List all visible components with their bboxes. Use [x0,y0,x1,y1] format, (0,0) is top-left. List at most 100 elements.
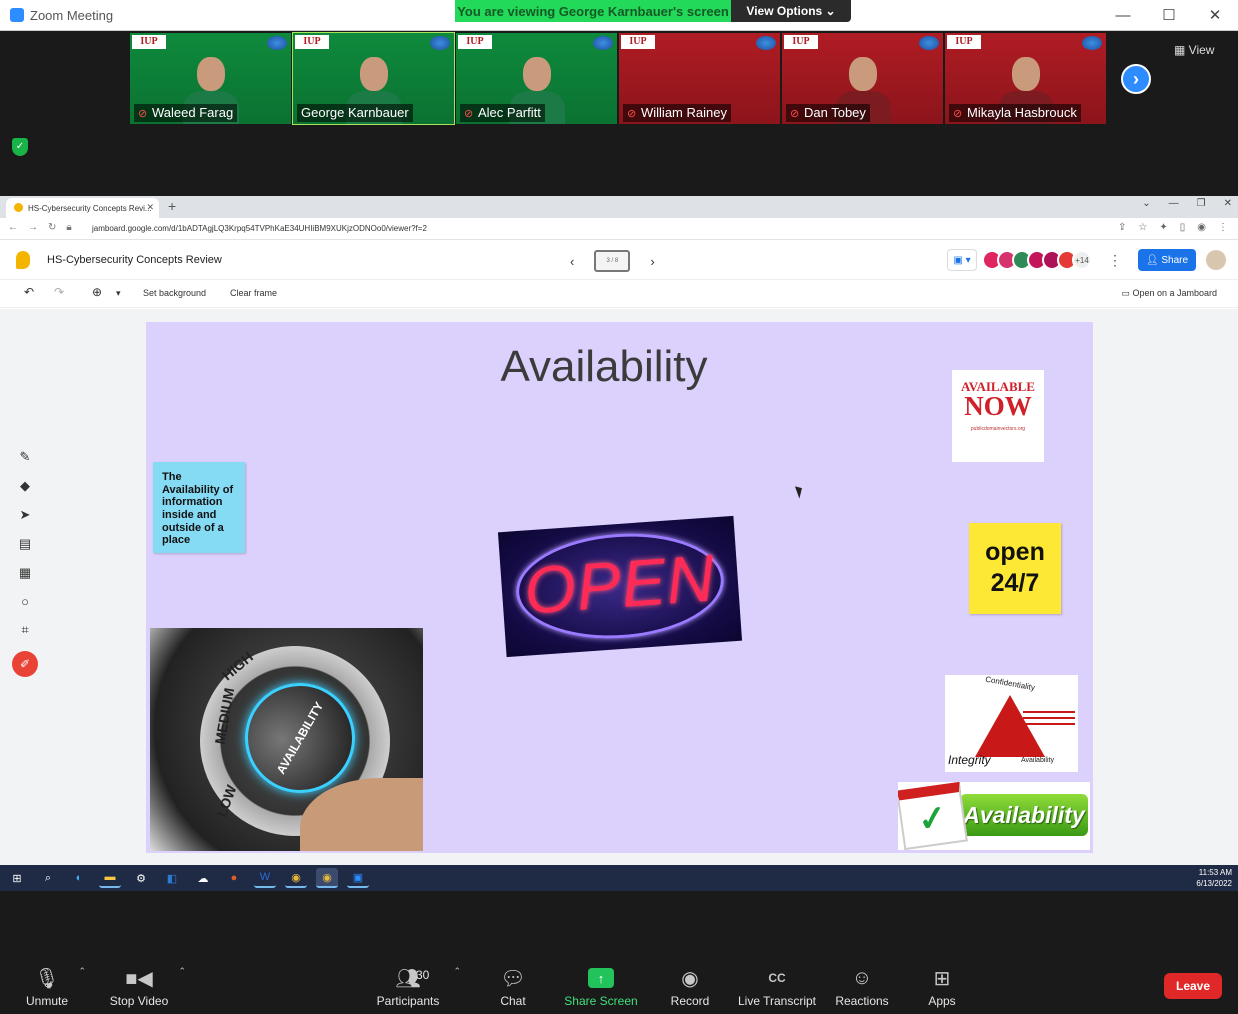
video-options-caret-icon[interactable]: ⌃ [178,966,186,977]
browser-tab[interactable]: HS-Cybersecurity Concepts Revi... ✕ [6,198,159,218]
sticky-note-blue[interactable]: The Availability of information inside a… [153,462,245,553]
collaborator-avatars[interactable]: +14 [982,250,1092,270]
lock-icon[interactable]: 🔒︎ [66,222,71,233]
jamboard-logo-icon[interactable] [16,251,30,269]
more-collaborators-count[interactable]: +14 [1072,250,1092,270]
edge-icon[interactable]: ◐ [68,868,90,888]
start-icon[interactable]: ⊞ [6,868,28,888]
more-options-icon[interactable]: ⋮ [1108,252,1122,269]
participant-tile[interactable]: IUP ⊘ William Rainey [619,33,780,124]
word-icon[interactable]: W [254,868,276,888]
zoom-dropdown-icon[interactable]: ▾ [116,288,121,299]
present-icon[interactable]: ▣ ▾ [947,249,977,271]
participants-count: 30 [416,968,430,982]
participant-tile[interactable]: IUP ⊘ Alec Parfitt [456,33,617,124]
browser-restore-icon[interactable]: ❐ [1197,198,1206,209]
apps-button[interactable]: ⊞ Apps [897,964,987,1009]
stop-video-label: Stop Video [109,994,169,1008]
browser-close-icon[interactable]: ✕ [1224,198,1232,209]
leave-button[interactable]: Leave [1164,973,1222,999]
share-page-icon[interactable]: ⇪ [1118,222,1126,233]
participant-tile[interactable]: IUP ⊘ Dan Tobey [782,33,943,124]
chrome-menu-icon[interactable]: ⋮ [1218,222,1228,233]
bookmark-star-icon[interactable]: ☆ [1138,222,1147,233]
back-icon[interactable]: ← [8,222,18,233]
chrome-active-icon[interactable]: ◉ [316,868,338,888]
nav-buttons: ← → ↻ 🔒︎ [8,222,72,233]
availability-knob-image[interactable]: LOW MEDIUM HIGH AVAILABILITY [150,628,423,851]
prev-frame-icon[interactable]: ‹ [570,254,574,269]
frame-title[interactable]: Availability [146,342,1062,392]
open-on-jamboard-button[interactable]: ▭ Open on a Jamboard [1121,288,1217,299]
next-participants-arrow-icon[interactable]: › [1121,64,1151,94]
participant-tile[interactable]: IUP ⊘ Mikayla Hasbrouck [945,33,1106,124]
cloud-app-icon[interactable]: ☁ [192,868,214,888]
shared-screen-browser: HS-Cybersecurity Concepts Revi... ✕ + ⌄ … [0,196,1238,865]
maximize-button[interactable]: ☐ [1146,0,1192,30]
text-box-icon[interactable]: ⌗ [21,622,28,638]
pen-icon[interactable]: ✎ [20,449,31,465]
view-options-button[interactable]: View Options ⌄ [731,0,851,22]
select-icon[interactable]: ➤ [20,507,31,523]
outlook-icon[interactable]: ◧ [161,868,183,888]
sticky-note-yellow[interactable]: open 24/7 [969,523,1061,614]
participant-tile[interactable]: IUP ⊘ Waleed Farag [130,33,291,124]
live-transcript-button[interactable]: CC Live Transcript [732,964,822,1008]
taskbar-clock[interactable]: 11:53 AM 6/13/2022 [1196,867,1232,889]
file-explorer-icon[interactable]: ▬ [99,868,121,888]
tab-search-icon[interactable]: ⌄ [1142,198,1150,209]
participant-tile-active[interactable]: IUP George Karnbauer [292,32,455,125]
clear-frame-button[interactable]: Clear frame [230,288,277,298]
chat-button[interactable]: 💬︎ Chat [468,964,558,1009]
document-title[interactable]: HS-Cybersecurity Concepts Review [47,254,222,266]
extensions-icon[interactable]: ✦ [1159,222,1167,233]
eraser-icon[interactable]: ◆ [20,478,30,494]
sidebar-icon[interactable]: ▯ [1180,222,1186,233]
chrome-icon[interactable]: ◉ [285,868,307,888]
cia-triad-image[interactable]: Confidentiality Integrity Availability [945,675,1078,772]
profile-icon[interactable]: ◉ [1197,222,1206,233]
url-field[interactable]: jamboard.google.com/d/1bADTAgjLQ3Krpq54T… [92,224,427,233]
record-button[interactable]: ◉ Record [645,964,735,1009]
minimize-button[interactable]: — [1100,0,1146,30]
encryption-shield-icon[interactable]: ✓ [12,138,28,156]
next-frame-icon[interactable]: › [650,254,654,269]
set-background-button[interactable]: Set background [143,288,206,298]
zoom-app-icon [10,8,24,22]
cc-icon: CC [768,971,786,985]
audio-options-caret-icon[interactable]: ⌃ [78,966,86,977]
search-icon[interactable]: ⌕ [37,868,59,888]
reload-icon[interactable]: ↻ [48,222,56,233]
zoom-taskbar-icon[interactable]: ▣ [347,868,369,888]
new-tab-icon[interactable]: + [168,198,176,214]
available-now-image[interactable]: AVAILABLE NOW publicdomainvectors.org [952,370,1044,462]
close-button[interactable]: ✕ [1192,0,1238,30]
zoom-icon[interactable]: ⊕ [92,285,102,299]
participants-button[interactable]: 👥︎ 30 Participants ⌃ [363,964,461,1008]
live-transcript-label: Live Transcript [737,994,817,1008]
view-button[interactable]: ▦ View [1174,43,1214,57]
reactions-button[interactable]: ☺ Reactions [817,964,907,1009]
share-screen-button[interactable]: ↑ Share Screen [556,964,646,1008]
stop-video-button[interactable]: ■◀ Stop Video ⌃ [94,964,186,1008]
user-avatar[interactable] [1206,250,1226,270]
availability-calendar-image[interactable]: Availability ✓ [898,782,1090,850]
powerpoint-icon[interactable]: ● [223,868,245,888]
participants-caret-icon[interactable]: ⌃ [453,966,461,977]
undo-icon[interactable]: ↶ [24,285,34,299]
view-button-label: View [1188,43,1215,57]
forward-icon[interactable]: → [28,222,38,233]
image-icon[interactable]: ▦ [19,565,31,581]
open-sign-image[interactable]: OPEN [497,515,743,658]
jam-frame[interactable]: Availability The Availability of informa… [146,322,1093,853]
sticky-note-icon[interactable]: ▤ [19,536,31,552]
circle-icon[interactable]: ○ [21,594,29,609]
share-button[interactable]: 👤︎ Share [1138,249,1196,271]
unmute-button[interactable]: 🎙︎ Unmute ⌃ [2,964,92,1008]
settings-app-icon[interactable]: ⚙ [130,868,152,888]
laser-icon[interactable]: ✐ [12,651,38,677]
frame-bar-button[interactable]: 3 / 8 [594,250,631,272]
tab-close-icon[interactable]: ✕ [146,202,154,213]
browser-minimize-icon[interactable]: — [1169,198,1179,209]
redo-icon[interactable]: ↷ [54,285,64,299]
